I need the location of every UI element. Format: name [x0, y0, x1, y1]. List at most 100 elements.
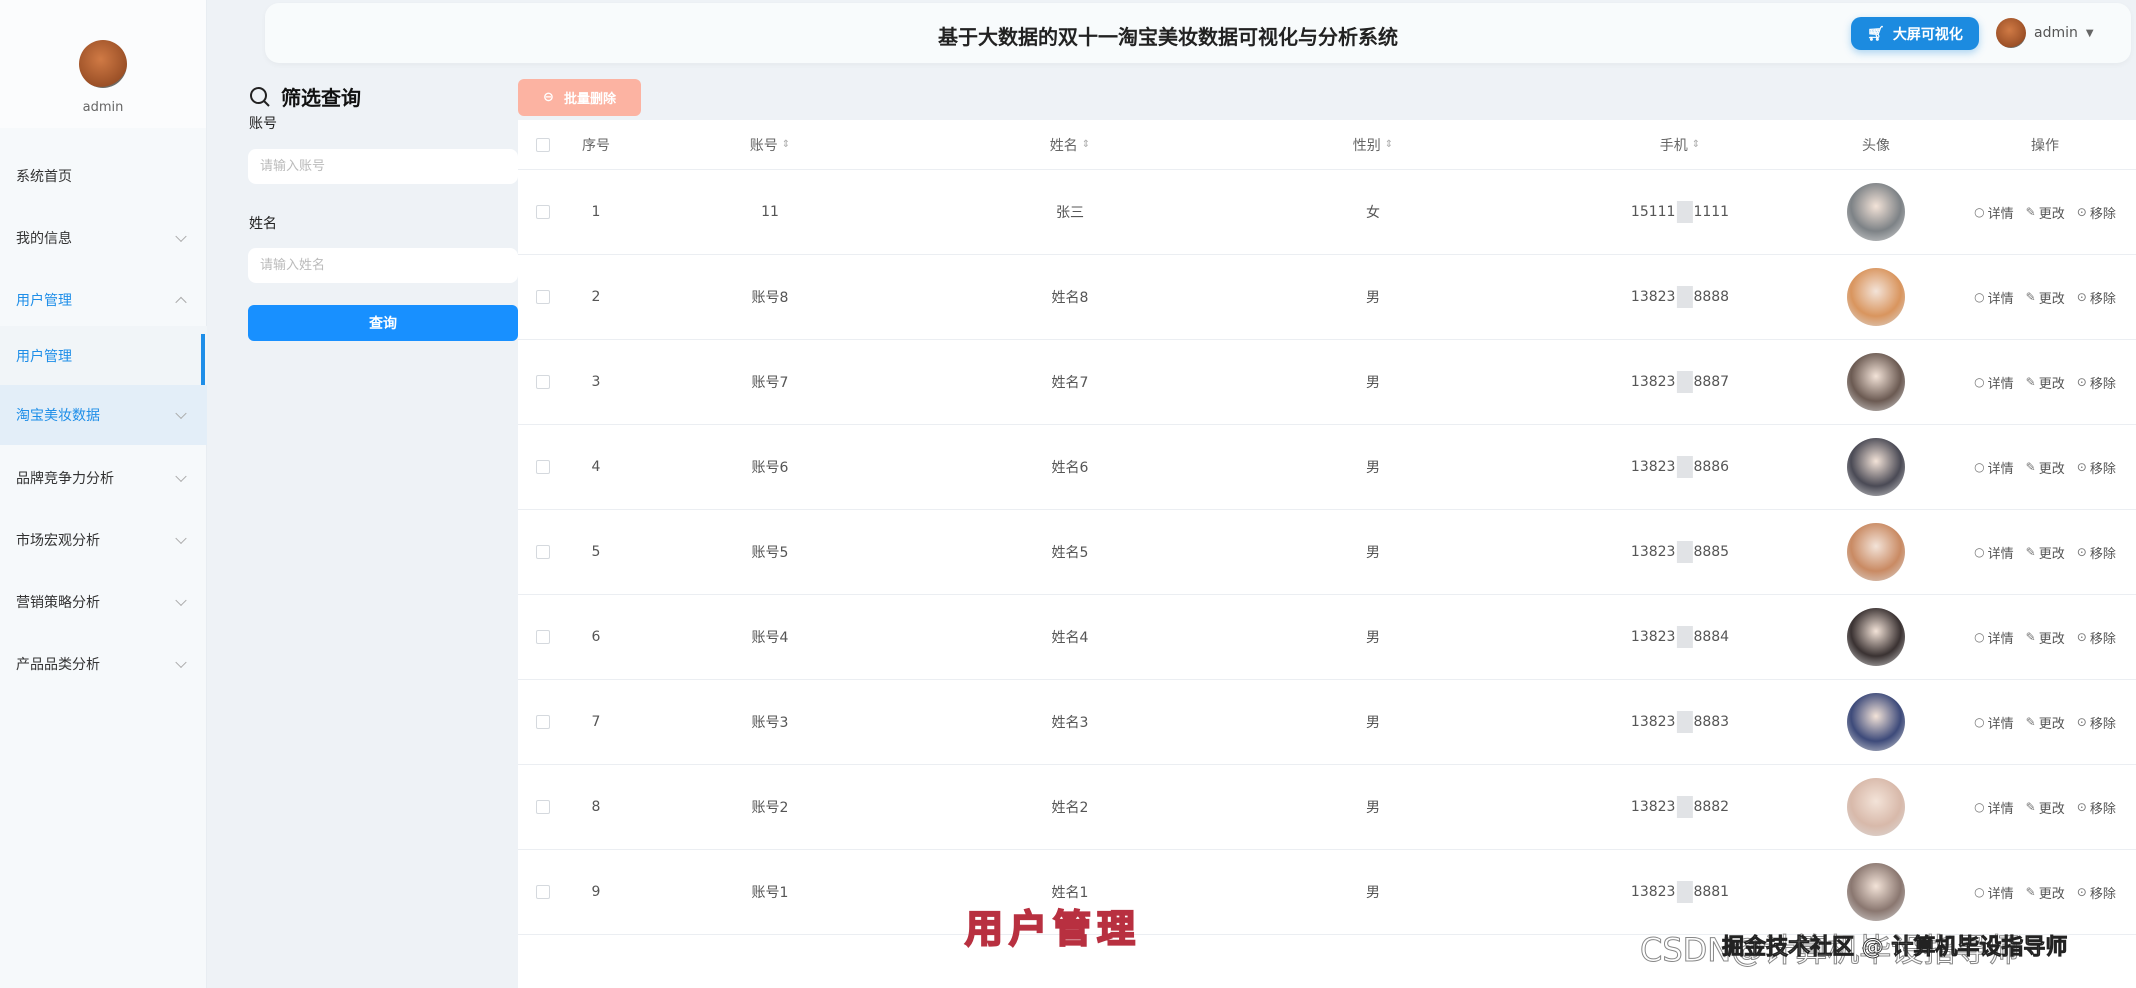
row-actions: ○详情 ✎更改 ⊙移除 — [1974, 170, 2116, 254]
checkbox[interactable] — [536, 375, 550, 389]
remove-button[interactable]: ⊙移除 — [2077, 458, 2116, 477]
cell-no: 5 — [592, 510, 601, 594]
cell-name: 张三 — [1056, 170, 1084, 254]
detail-button[interactable]: ○详情 — [1974, 373, 2014, 392]
detail-button[interactable]: ○详情 — [1974, 203, 2014, 222]
remove-button[interactable]: ⊙移除 — [2077, 288, 2116, 307]
sidebar-item[interactable]: 用户管理 — [0, 270, 207, 330]
user-avatar[interactable] — [1847, 183, 1905, 241]
remove-button[interactable]: ⊙移除 — [2077, 203, 2116, 222]
row-select[interactable] — [536, 340, 550, 424]
table-row: 7账号3姓名3男138238883○详情✎更改⊙移除 — [518, 680, 2136, 765]
user-dropdown[interactable]: admin ▼ — [1996, 18, 2094, 48]
sort-icon[interactable]: ⇕ — [1082, 139, 1090, 150]
remove-button[interactable]: ⊙移除 — [2077, 713, 2116, 732]
cell-phone: 138238885 — [1631, 510, 1729, 594]
batch-delete-button[interactable]: ⊖ 批量删除 — [518, 79, 641, 116]
user-avatar[interactable] — [1847, 523, 1905, 581]
cell-phone: 138238882 — [1631, 765, 1729, 849]
edit-button[interactable]: ✎更改 — [2026, 288, 2065, 307]
checkbox[interactable] — [536, 205, 550, 219]
remove-label: 移除 — [2090, 373, 2116, 392]
phone-redaction — [1676, 286, 1692, 308]
sort-icon[interactable]: ⇕ — [782, 139, 790, 150]
name-label: 姓名 — [249, 213, 277, 233]
remove-button[interactable]: ⊙移除 — [2077, 883, 2116, 902]
remove-button[interactable]: ⊙移除 — [2077, 798, 2116, 817]
column-header[interactable]: 姓名⇕ — [1050, 120, 1090, 169]
checkbox[interactable] — [536, 138, 550, 152]
checkbox[interactable] — [536, 630, 550, 644]
detail-button[interactable]: ○详情 — [1974, 458, 2014, 477]
edit-button[interactable]: ✎更改 — [2026, 373, 2065, 392]
row-select[interactable] — [536, 765, 550, 849]
checkbox[interactable] — [536, 885, 550, 899]
remove-button[interactable]: ⊙移除 — [2077, 628, 2116, 647]
edit-button[interactable]: ✎更改 — [2026, 628, 2065, 647]
sidebar-item[interactable]: 产品品类分析 — [0, 634, 207, 694]
detail-button[interactable]: ○详情 — [1974, 713, 2014, 732]
checkbox[interactable] — [536, 460, 550, 474]
remove-button[interactable]: ⊙移除 — [2077, 373, 2116, 392]
edit-button[interactable]: ✎更改 — [2026, 458, 2065, 477]
sidebar-item[interactable]: 用户管理 — [0, 326, 207, 386]
sidebar-item[interactable]: 市场宏观分析 — [0, 510, 207, 570]
edit-label: 更改 — [2039, 288, 2065, 307]
row-select[interactable] — [536, 680, 550, 764]
user-avatar[interactable] — [1847, 438, 1905, 496]
phone-suffix: 8887 — [1693, 374, 1729, 390]
sidebar-item[interactable]: 营销策略分析 — [0, 572, 207, 632]
row-select[interactable] — [536, 510, 550, 594]
header-select-all[interactable] — [536, 120, 550, 169]
detail-button[interactable]: ○详情 — [1974, 883, 2014, 902]
row-select[interactable] — [536, 255, 550, 339]
user-avatar[interactable] — [1847, 693, 1905, 751]
column-header[interactable]: 账号 ⇕ — [750, 120, 790, 169]
cell-name: 姓名6 — [1052, 425, 1089, 509]
edit-button[interactable]: ✎更改 — [2026, 543, 2065, 562]
detail-button[interactable]: ○详情 — [1974, 288, 2014, 307]
name-input[interactable] — [248, 248, 518, 283]
sort-icon[interactable]: ⇕ — [1692, 139, 1700, 150]
row-select[interactable] — [536, 170, 550, 254]
user-avatar[interactable] — [1847, 268, 1905, 326]
checkbox[interactable] — [536, 290, 550, 304]
remove-button[interactable]: ⊙移除 — [2077, 543, 2116, 562]
column-header: 头像 — [1862, 120, 1890, 169]
sidebar-item[interactable]: 淘宝美妆数据 — [0, 385, 207, 445]
cell-account: 11 — [761, 170, 779, 254]
cell-phone: 138238886 — [1631, 425, 1729, 509]
user-avatar[interactable] — [1847, 353, 1905, 411]
sidebar-item[interactable]: 品牌竞争力分析 — [0, 448, 207, 508]
edit-button[interactable]: ✎更改 — [2026, 883, 2065, 902]
column-header-label: 操作 — [2031, 135, 2059, 155]
bigscreen-button[interactable]: 🛒︎ 大屏可视化 — [1851, 17, 1979, 50]
user-avatar[interactable] — [1847, 608, 1905, 666]
query-button[interactable]: 查询 — [248, 305, 518, 341]
edit-button[interactable]: ✎更改 — [2026, 798, 2065, 817]
column-header[interactable]: 性别⇕ — [1353, 120, 1393, 169]
detail-button[interactable]: ○详情 — [1974, 798, 2014, 817]
checkbox[interactable] — [536, 800, 550, 814]
sidebar-item[interactable]: 我的信息 — [0, 208, 207, 268]
detail-button[interactable]: ○详情 — [1974, 543, 2014, 562]
sidebar-item-label: 我的信息 — [16, 228, 72, 248]
column-header[interactable]: 手机⇕ — [1660, 120, 1700, 169]
detail-label: 详情 — [1988, 288, 2014, 307]
user-table: 序号账号⇕姓名⇕性别⇕手机⇕头像操作111张三女151111111○详情✎更改⊙… — [518, 120, 2136, 988]
checkbox[interactable] — [536, 545, 550, 559]
sidebar-item[interactable]: 系统首页 — [0, 146, 207, 206]
account-input[interactable] — [248, 149, 518, 184]
checkbox[interactable] — [536, 715, 550, 729]
row-select[interactable] — [536, 595, 550, 679]
detail-label: 详情 — [1988, 203, 2014, 222]
edit-button[interactable]: ✎更改 — [2026, 713, 2065, 732]
column-header-label: 账号 — [750, 135, 778, 155]
detail-button[interactable]: ○详情 — [1974, 628, 2014, 647]
row-select[interactable] — [536, 850, 550, 934]
user-avatar[interactable] — [1847, 863, 1905, 921]
sort-icon[interactable]: ⇕ — [1385, 139, 1393, 150]
row-select[interactable] — [536, 425, 550, 509]
edit-button[interactable]: ✎更改 — [2026, 203, 2065, 222]
user-avatar[interactable] — [1847, 778, 1905, 836]
